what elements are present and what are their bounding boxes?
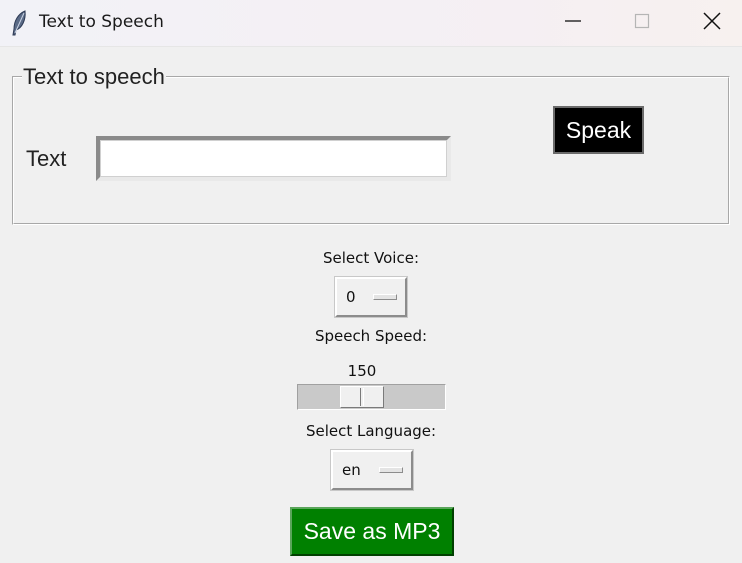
maximize-icon [633,12,651,34]
text-label: Text [26,146,67,171]
option-indicator-icon [373,294,397,300]
maximize-button[interactable] [607,0,677,46]
speech-speed-label: Speech Speed: [314,327,428,345]
speed-slider-trough[interactable] [297,384,446,410]
feather-icon [10,10,30,36]
close-icon [702,11,722,35]
window-title: Text to Speech [39,12,164,32]
select-voice-label: Select Voice: [322,249,419,267]
text-input[interactable] [96,136,451,181]
frame-legend: Text to speech [22,64,166,90]
voice-selected-value: 0 [346,288,356,306]
save-mp3-button[interactable]: Save as MP3 [290,507,454,556]
language-selected-value: en [342,461,361,479]
minimize-button[interactable] [538,0,608,46]
speak-button[interactable]: Speak [553,106,644,154]
option-indicator-icon [379,467,403,473]
slider-grip-icon [360,388,364,406]
close-button[interactable] [677,0,742,46]
select-language-label: Select Language: [305,422,437,440]
language-select[interactable]: en [330,449,414,491]
title-bar: Text to Speech [0,0,742,47]
minimize-icon [564,12,582,34]
speed-slider-handle[interactable] [340,386,384,408]
speed-value: 150 [347,362,377,380]
voice-select[interactable]: 0 [334,276,408,318]
